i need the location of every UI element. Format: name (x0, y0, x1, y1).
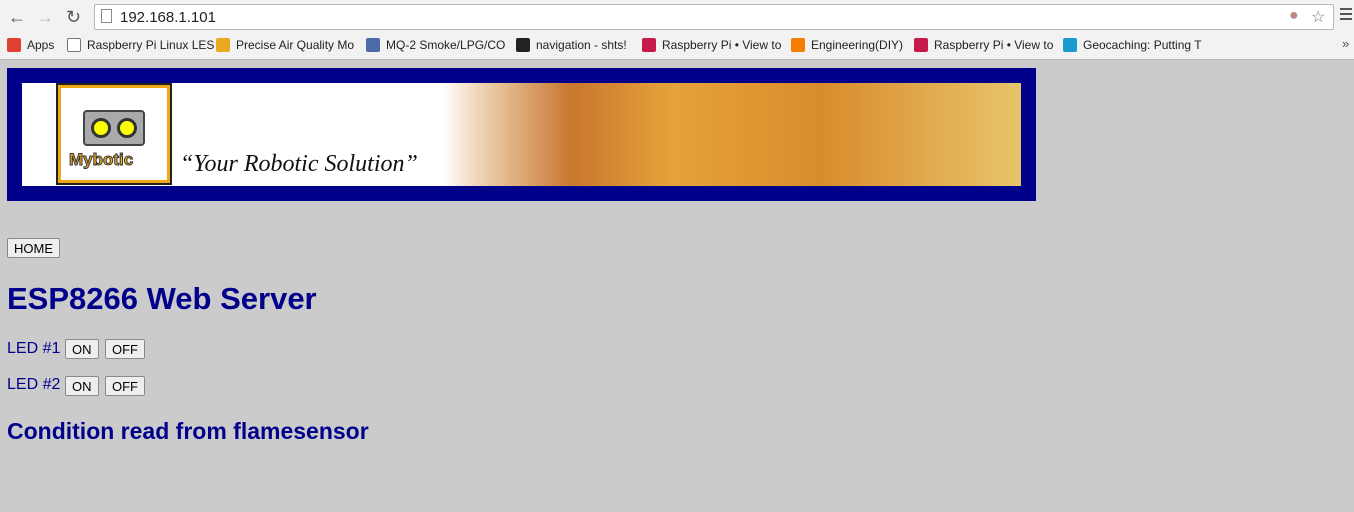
bookmark-item[interactable]: Raspberry Pi • View to (914, 36, 1053, 54)
raspberry-icon (914, 38, 928, 52)
forward-icon[interactable]: → (36, 7, 54, 28)
more-bookmarks-icon[interactable]: » (1342, 36, 1349, 51)
apps-grid-icon (7, 38, 21, 52)
menu-icon[interactable] (1340, 8, 1352, 23)
home-button[interactable]: HOME (7, 238, 60, 258)
bookmark-item[interactable]: Precise Air Quality Mo (216, 36, 354, 54)
star-icon[interactable]: ☆ (1311, 7, 1325, 27)
url-text[interactable]: 192.168.1.101 (120, 9, 216, 26)
bookmark-label: MQ-2 Smoke/LPG/CO (386, 38, 506, 52)
blogger-icon (791, 38, 805, 52)
bookmark-item[interactable]: Apps (7, 36, 54, 54)
s-favicon-icon (366, 38, 380, 52)
tagline: “Your Robotic Solution” (180, 151, 418, 177)
bookmark-label: Precise Air Quality Mo (236, 38, 355, 52)
bookmark-item[interactable]: Engineering(DIY) (791, 36, 903, 54)
bookmark-label: Geocaching: Putting T (1083, 38, 1202, 52)
bookmark-label: Raspberry Pi • View to (934, 38, 1054, 52)
led2-on-button[interactable]: ON (65, 376, 99, 396)
bookmark-item[interactable]: MQ-2 Smoke/LPG/CO (366, 36, 505, 54)
bookmark-item[interactable]: navigation - shts! (516, 36, 627, 54)
bookmark-label: Raspberry Pi Linux LES (87, 38, 215, 52)
bookmark-item[interactable]: Geocaching: Putting T (1063, 36, 1202, 54)
address-bar[interactable]: 192.168.1.101 ● ☆ (94, 4, 1334, 30)
page-icon (101, 9, 112, 23)
led1-off-button[interactable]: OFF (105, 339, 145, 359)
robot-favicon-icon (216, 38, 230, 52)
square-favicon-icon (516, 38, 530, 52)
logo-text: Mybotic (68, 150, 134, 170)
e14-favicon-icon (1063, 38, 1077, 52)
bookmark-item[interactable]: Raspberry Pi Linux LES (67, 36, 214, 54)
led2-label: LED #2 (7, 376, 61, 393)
bookmark-item[interactable]: Raspberry Pi • View to (642, 36, 781, 54)
banner: Mybotic “Your Robotic Solution” (7, 68, 1036, 201)
back-icon[interactable]: ← (8, 7, 26, 28)
bookmark-label: Engineering(DIY) (811, 38, 904, 52)
led1-label: LED #1 (7, 340, 61, 357)
led1-on-button[interactable]: ON (65, 339, 99, 359)
page-title: ESP8266 Web Server (7, 281, 317, 316)
robot-icon (83, 110, 145, 146)
bookmark-label: Apps (27, 38, 55, 52)
bookmark-label: Raspberry Pi • View to (662, 38, 782, 52)
condition-heading: Condition read from flamesensor (7, 418, 369, 444)
reload-icon[interactable]: ↻ (66, 7, 81, 28)
cookie-blocked-icon[interactable]: ● (1289, 7, 1299, 25)
browser-chrome: ← → ↻ 192.168.1.101 ● ☆ Apps Raspberry Pi… (0, 0, 1354, 60)
bookmark-label: navigation - shts! (536, 38, 627, 52)
mybotic-logo: Mybotic (56, 83, 172, 185)
banner-image: Mybotic “Your Robotic Solution” (22, 83, 1021, 186)
led2-off-button[interactable]: OFF (105, 376, 145, 396)
raspberry-icon (642, 38, 656, 52)
page-icon (67, 38, 81, 52)
